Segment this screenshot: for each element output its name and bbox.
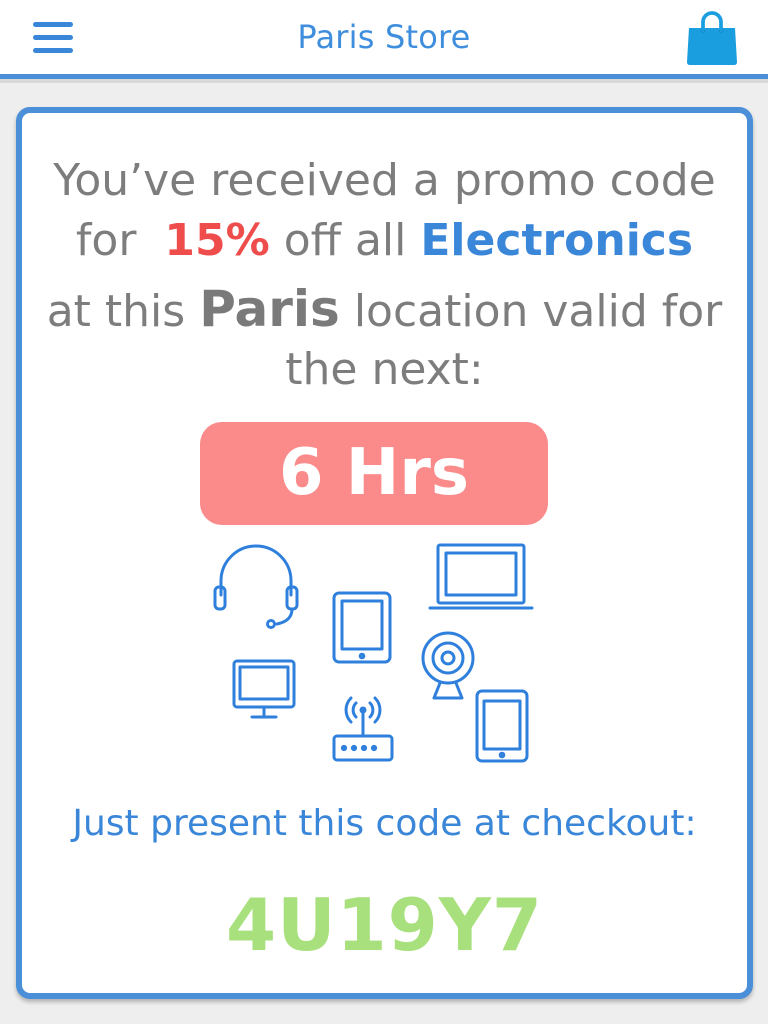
- promo-card: You’ve received a promo code for 15% off…: [16, 107, 753, 999]
- webcam-icon: [421, 631, 475, 700]
- shopping-bag-icon: [687, 11, 737, 65]
- laptop-icon: [428, 543, 534, 610]
- smartphone-icon: [475, 689, 529, 763]
- monitor-icon: [232, 659, 296, 719]
- app-header: Paris Store: [0, 0, 768, 83]
- promo-code: 4U19Y7: [226, 883, 543, 967]
- cart-button[interactable]: [684, 10, 740, 66]
- page-title: Paris Store: [297, 18, 471, 56]
- electronics-illustration: [213, 543, 534, 763]
- checkout-instruction: Just present this code at checkout:: [72, 803, 697, 844]
- router-icon: [332, 696, 394, 762]
- headset-icon: [213, 544, 299, 629]
- tablet-icon: [332, 591, 392, 664]
